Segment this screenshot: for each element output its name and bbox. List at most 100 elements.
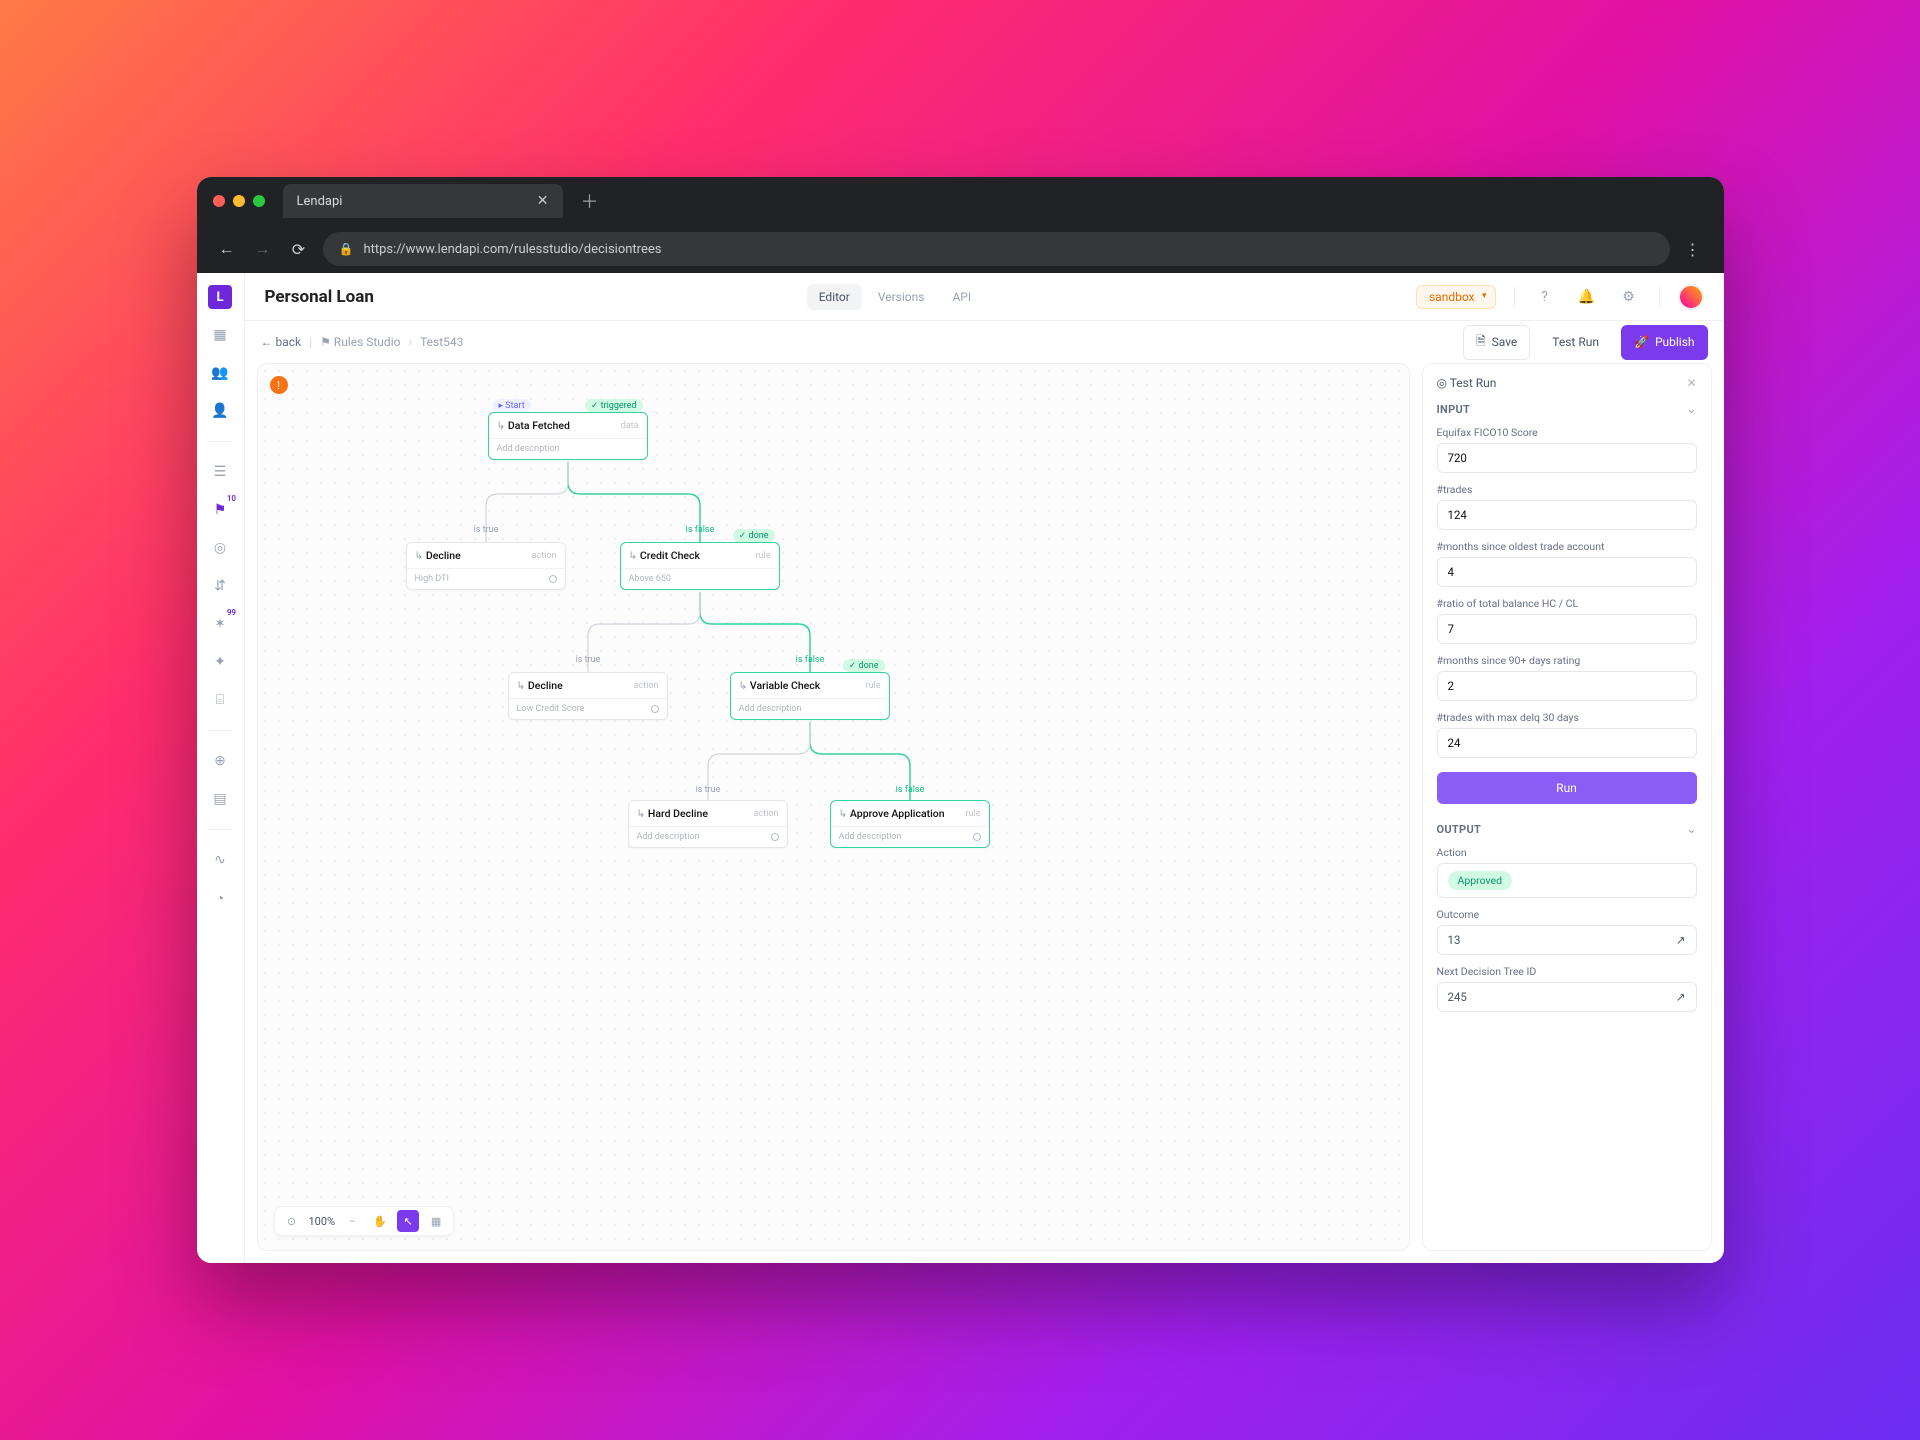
node-start[interactable]: ▸ Start ✓ triggered Data Fetcheddata Add…: [488, 412, 648, 460]
rail-item-catalog[interactable]: ☰: [206, 460, 234, 484]
rail-item-plugins[interactable]: ✦: [206, 650, 234, 674]
rail-item-data[interactable]: ⌸: [206, 688, 234, 712]
left-rail: L ▦ 👥 👤 ☰ ⚑10 ◎ ⇵ ✶99 ✦ ⌸ ⊕ ▤ ∿ ◔: [197, 273, 245, 1263]
address-url: https://www.lendapi.com/rulesstudio/deci…: [363, 242, 661, 257]
edge-label-istrue-1: is true: [473, 525, 498, 535]
nav-back-icon[interactable]: ←: [215, 237, 239, 261]
lbl-out-action: Action: [1437, 846, 1697, 859]
node-decline-1[interactable]: Declineaction High DTI: [406, 542, 566, 590]
avatar[interactable]: [1678, 284, 1704, 310]
zoom-out-icon[interactable]: −: [341, 1210, 363, 1232]
rail-item-globe[interactable]: ⊕: [206, 749, 234, 773]
grid-toggle-icon[interactable]: ▦: [425, 1210, 447, 1232]
save-button[interactable]: 🗎 Save: [1463, 325, 1530, 360]
input-months-oldest[interactable]: [1437, 557, 1697, 587]
nav-reload-icon[interactable]: ⟳: [287, 237, 311, 261]
node-hard-decline[interactable]: Hard Declineaction Add description: [628, 800, 788, 848]
lbl-months-oldest: #months since oldest trade account: [1437, 540, 1697, 553]
rail-item-docs[interactable]: ▤: [206, 787, 234, 811]
output-outcome[interactable]: 13↗: [1437, 925, 1697, 955]
test-run-panel: ◎ Test Run ✕ INPUT ⌄ Equifax FICO10 Scor…: [1422, 363, 1712, 1251]
address-bar[interactable]: 🔒 https://www.lendapi.com/rulesstudio/de…: [323, 232, 1670, 266]
rail-item-dashboard[interactable]: ▦: [206, 323, 234, 347]
node-credit-check[interactable]: ✓ done Credit Checkrule Above 650: [620, 542, 780, 590]
browser-tab[interactable]: Lendapi ✕: [283, 184, 563, 218]
rail-item-user-add[interactable]: 👤: [206, 399, 234, 423]
view-tabs: Editor Versions API: [807, 284, 983, 310]
nav-forward-icon[interactable]: →: [251, 237, 275, 261]
rail-item-rules-studio[interactable]: ⚑10: [206, 498, 234, 522]
edge-label-istrue-3: is true: [695, 785, 720, 795]
rail-item-pipeline[interactable]: ⇵: [206, 574, 234, 598]
expand-icon[interactable]: ↗: [1676, 990, 1686, 1004]
crumb-root[interactable]: ⚑ Rules Studio: [320, 335, 400, 349]
logo-icon[interactable]: L: [208, 285, 232, 309]
lbl-out-outcome: Outcome: [1437, 908, 1697, 921]
start-badge: ▸ Start: [493, 399, 531, 412]
node-decline-2[interactable]: Declineaction Low Credit Score: [508, 672, 668, 720]
window-controls[interactable]: [213, 195, 265, 207]
output-next-id[interactable]: 245↗: [1437, 982, 1697, 1012]
edge-label-isfalse-1: is false: [685, 525, 714, 535]
settings-icon[interactable]: ⚙: [1617, 285, 1641, 309]
tab-versions[interactable]: Versions: [866, 284, 937, 310]
node-approve[interactable]: Approve Applicationrule Add description: [830, 800, 990, 848]
tab-api[interactable]: API: [940, 284, 983, 310]
cursor-tool-icon[interactable]: ↖: [397, 1210, 419, 1232]
pan-tool-icon[interactable]: ✋: [369, 1210, 391, 1232]
output-action: Approved: [1437, 863, 1697, 898]
edge-label-istrue-2: is true: [575, 655, 600, 665]
lbl-months-90: #months since 90+ days rating: [1437, 654, 1697, 667]
lbl-trades: #trades: [1437, 483, 1697, 496]
browser-menu-icon[interactable]: ⋮: [1682, 240, 1706, 259]
zoom-reset-icon[interactable]: ⊙: [281, 1210, 303, 1232]
rail-item-target[interactable]: ◎: [206, 536, 234, 560]
input-trades[interactable]: [1437, 500, 1697, 530]
lbl-ratio: #ratio of total balance HC / CL: [1437, 597, 1697, 610]
port-icon[interactable]: [973, 833, 981, 841]
tab-editor[interactable]: Editor: [807, 284, 862, 310]
rail-item-reports[interactable]: ◔: [206, 886, 234, 910]
page-title: Personal Loan: [265, 287, 374, 307]
port-icon[interactable]: [771, 833, 779, 841]
close-tab-icon[interactable]: ✕: [537, 193, 549, 209]
new-tab-icon[interactable]: ＋: [573, 188, 607, 214]
node-variable-check[interactable]: ✓ done Variable Checkrule Add descriptio…: [730, 672, 890, 720]
run-button[interactable]: Run: [1437, 772, 1697, 804]
edge-label-isfalse-3: is false: [895, 785, 924, 795]
input-max-delq[interactable]: [1437, 728, 1697, 758]
help-icon[interactable]: ?: [1533, 285, 1557, 309]
rail-item-activity[interactable]: ∿: [206, 848, 234, 872]
rail-item-users[interactable]: 👥: [206, 361, 234, 385]
test-run-button[interactable]: Test Run: [1540, 325, 1611, 360]
lbl-max-delq: #trades with max delq 30 days: [1437, 711, 1697, 724]
zoom-toolbar: ⊙ 100% − ✋ ↖ ▦: [274, 1206, 455, 1236]
lbl-out-nextid: Next Decision Tree ID: [1437, 965, 1697, 978]
rail-item-tools[interactable]: ✶99: [206, 612, 234, 636]
status-badge: ✓ done: [843, 659, 885, 672]
input-fico[interactable]: [1437, 443, 1697, 473]
notifications-icon[interactable]: 🔔: [1575, 285, 1599, 309]
input-months-90[interactable]: [1437, 671, 1697, 701]
status-badge: ✓ done: [733, 529, 775, 542]
back-button[interactable]: ← back: [261, 335, 302, 349]
close-panel-icon[interactable]: ✕: [1686, 376, 1696, 390]
environment-select[interactable]: sandbox: [1416, 285, 1496, 309]
flow-canvas[interactable]: ! is true is false: [257, 363, 1410, 1251]
port-icon[interactable]: [651, 705, 659, 713]
collapse-input-icon[interactable]: ⌄: [1686, 402, 1696, 416]
output-heading: OUTPUT: [1437, 823, 1482, 836]
input-ratio[interactable]: [1437, 614, 1697, 644]
lbl-fico: Equifax FICO10 Score: [1437, 426, 1697, 439]
expand-icon[interactable]: ↗: [1676, 933, 1686, 947]
zoom-level: 100%: [309, 1215, 336, 1228]
browser-tab-title: Lendapi: [297, 194, 343, 209]
collapse-output-icon[interactable]: ⌄: [1686, 822, 1696, 836]
lock-icon: 🔒: [339, 242, 354, 256]
status-badge: ✓ triggered: [585, 399, 643, 412]
publish-button[interactable]: 🚀 Publish: [1621, 325, 1708, 360]
breadcrumb: ← back | ⚑ Rules Studio › Test543: [261, 335, 464, 349]
port-icon[interactable]: [549, 575, 557, 583]
panel-title: ◎ Test Run: [1437, 376, 1497, 390]
crumb-leaf: Test543: [420, 335, 463, 349]
